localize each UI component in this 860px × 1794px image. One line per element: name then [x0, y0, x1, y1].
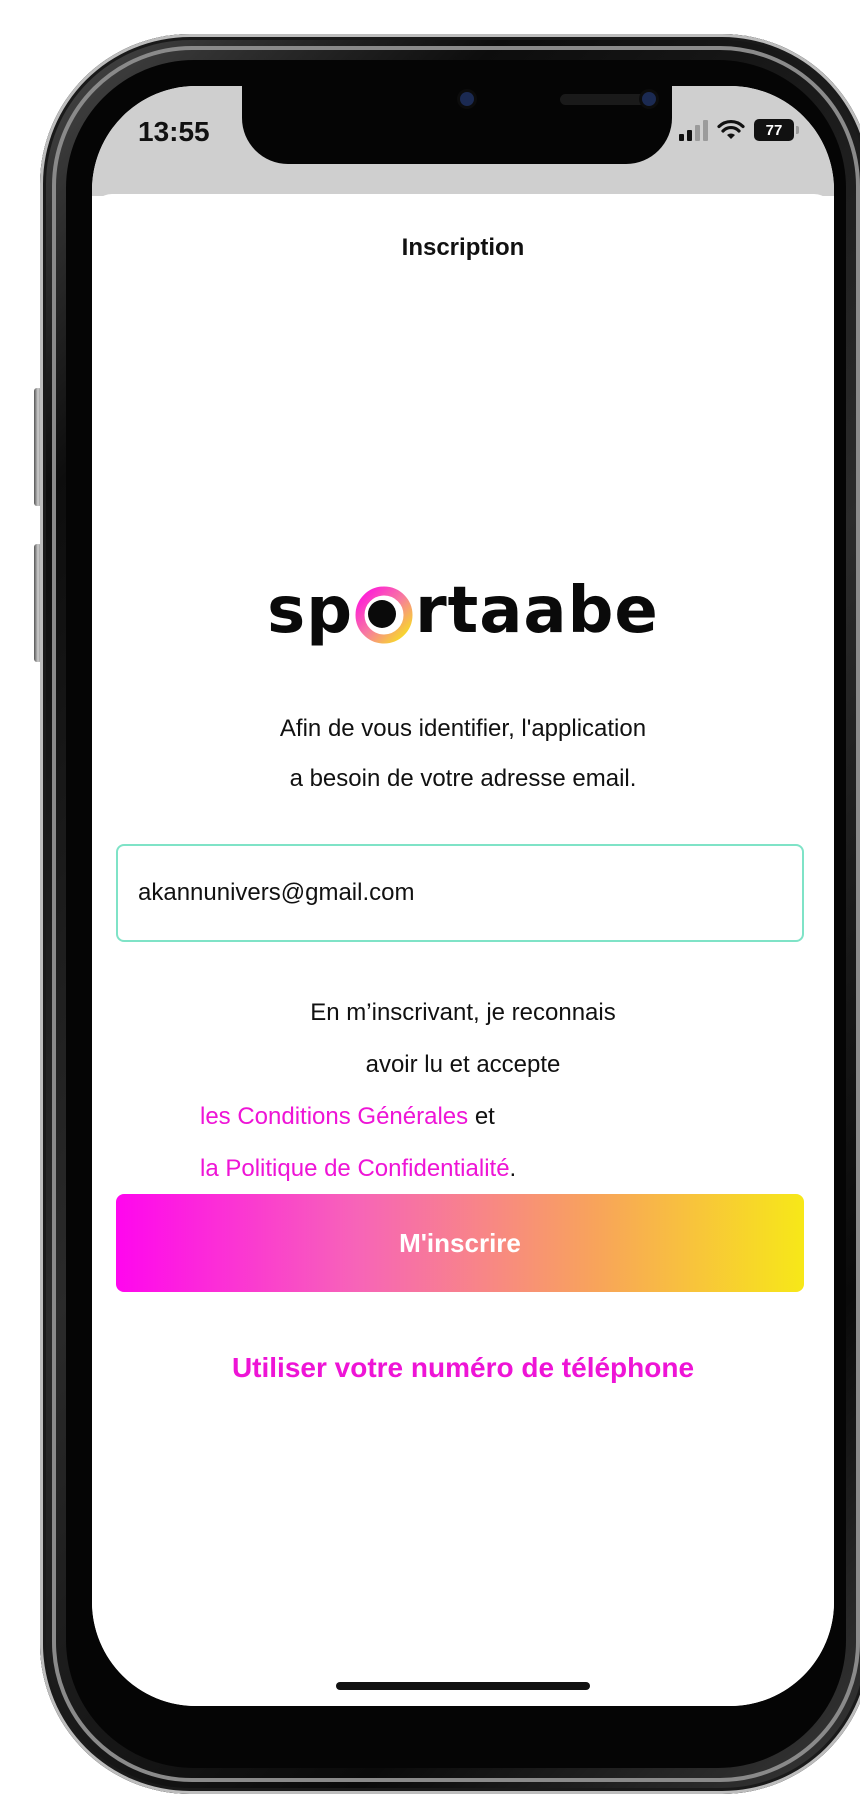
legal-and-text: et [474, 1103, 495, 1130]
camera-notch [242, 86, 672, 164]
intro-line-2: a besoin de votre adresse email. [289, 765, 637, 792]
logo-wordmark: sp rtaabe [267, 574, 659, 648]
email-field[interactable] [116, 844, 804, 942]
status-icons: 77 [679, 118, 799, 142]
logo-ring-icon [355, 586, 413, 644]
intro-line-1: Afin de vous identifier, l'application [279, 715, 647, 742]
sportaabe-logo: sp rtaabe [92, 574, 834, 674]
battery-icon: 77 [754, 119, 799, 141]
front-camera-icon [460, 92, 474, 106]
status-time: 13:55 [138, 116, 210, 147]
phone-screen: 13:55 77 Inscription sp rtaabe Afin de v… [92, 86, 834, 1706]
home-indicator [336, 1682, 590, 1690]
use-phone-number-link[interactable]: Utiliser votre numéro de téléphone [92, 1352, 834, 1384]
logo-text-start: sp [267, 574, 354, 648]
legal-line-3: les Conditions Générales et [92, 1091, 834, 1143]
signup-button[interactable]: M'inscrire [116, 1194, 804, 1292]
cellular-signal-icon [679, 119, 708, 141]
terms-link[interactable]: les Conditions Générales [200, 1103, 468, 1130]
intro-text: Afin de vous identifier, l'application a… [92, 704, 834, 804]
privacy-policy-link[interactable]: la Politique de Confidentialité [200, 1155, 510, 1182]
legal-notice: En m’inscrivant, je reconnais avoir lu e… [92, 987, 834, 1195]
legal-period: . [509, 1155, 517, 1182]
battery-level: 77 [765, 121, 783, 139]
face-sensor-icon [642, 92, 656, 106]
legal-line-2: avoir lu et accepte [365, 1051, 561, 1078]
page-title: Inscription [401, 234, 525, 261]
logo-text-end: rtaabe [415, 574, 659, 648]
signup-page: Inscription sp rtaabe Afin de vous ident… [92, 194, 834, 1706]
earpiece-speaker [560, 94, 652, 105]
legal-line-4: la Politique de Confidentialité. [92, 1143, 834, 1195]
legal-line-1: En m’inscrivant, je reconnais [310, 999, 616, 1026]
wifi-icon [717, 119, 745, 139]
